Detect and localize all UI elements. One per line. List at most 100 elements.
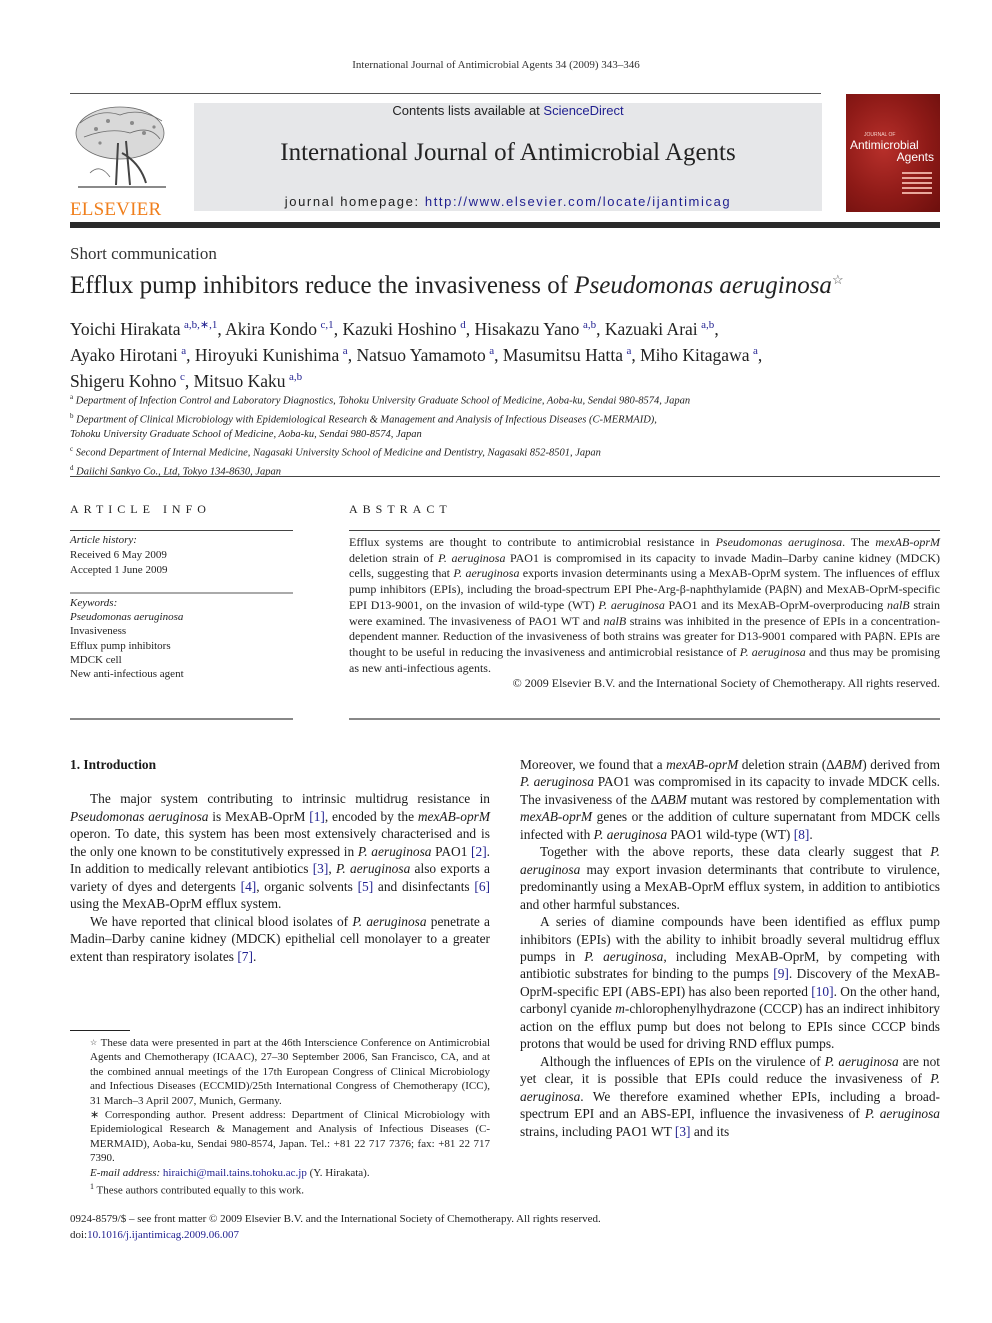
author-affiliation-mark[interactable]: a,b,∗,1 xyxy=(184,319,217,331)
footnote-corresponding: ∗ Corresponding author. Present address:… xyxy=(90,1109,490,1165)
author-name[interactable]: Ayako Hirotani xyxy=(70,345,178,365)
citation-link[interactable]: [9] xyxy=(773,966,789,981)
author-name[interactable]: Yoichi Hirakata xyxy=(70,319,181,339)
text-run: PAO1 xyxy=(431,843,472,859)
body-paragraph: Moreover, we found that a mexAB-oprM del… xyxy=(520,756,940,843)
text-run: may export invasion determinants that co… xyxy=(520,861,940,912)
citation-link[interactable]: [7] xyxy=(237,949,253,964)
citation-link[interactable]: [2] xyxy=(471,844,487,859)
author-separator: , xyxy=(714,318,719,339)
affiliation-label: a xyxy=(70,393,74,401)
author-name[interactable]: Hiroyuki Kunishima xyxy=(195,345,339,365)
affiliation-label: c xyxy=(70,444,74,453)
author-name[interactable]: Shigeru Kohno xyxy=(70,370,176,390)
affiliation: c Second Department of Internal Medicine… xyxy=(70,442,940,461)
citation-link[interactable]: [3] xyxy=(313,861,329,876)
text-run: Together with the above reports, these d… xyxy=(540,844,931,860)
received-date: Received 6 May 2009 xyxy=(70,549,167,561)
author-separator: , xyxy=(596,318,605,339)
author-affiliation-mark[interactable]: a,b xyxy=(583,319,596,331)
text-run: We have reported that clinical blood iso… xyxy=(90,913,353,929)
italic-term: P. aeruginosa xyxy=(739,644,806,659)
italic-term: ABM xyxy=(834,757,863,772)
text-run: ) derived from xyxy=(862,757,940,772)
citation-link[interactable]: [5] xyxy=(358,879,374,894)
text-run: , xyxy=(328,861,336,877)
citation-link[interactable]: [10] xyxy=(811,984,833,999)
sciencedirect-link[interactable]: ScienceDirect xyxy=(543,103,623,118)
keyword: Pseudomonas aeruginosa xyxy=(70,611,184,624)
text-run: PAO1 wild-type (WT) xyxy=(667,826,794,842)
author-name[interactable]: Kazuki Hoshino xyxy=(342,319,456,339)
keyword: Efflux pump inhibitors xyxy=(70,639,171,652)
elsevier-wordmark: ELSEVIER xyxy=(70,199,162,220)
author-name[interactable]: Mitsuo Kaku xyxy=(194,370,286,390)
doi-link[interactable]: 10.1016/j.ijantimicag.2009.06.007 xyxy=(87,1229,239,1241)
affiliation: b Department of Clinical Microbiology wi… xyxy=(70,409,940,428)
body-column-left: 1. Introduction The major system contrib… xyxy=(70,756,490,965)
article-type: Short communication xyxy=(70,244,217,263)
journal-name: International Journal of Antimicrobial A… xyxy=(280,139,736,166)
author-separator: , xyxy=(494,344,503,365)
body-paragraph: Together with the above reports, these d… xyxy=(520,843,940,913)
email-link[interactable]: hiraichi@mail.tains.tohoku.ac.jp xyxy=(163,1167,307,1179)
affiliation: Tohoku University Graduate School of Med… xyxy=(70,428,940,442)
italic-term: P. aeruginosa xyxy=(584,948,664,964)
citation-link[interactable]: [6] xyxy=(474,879,490,894)
abstract-heading: ABSTRACT xyxy=(349,502,452,516)
italic-term: Pseudomonas aeruginosa xyxy=(70,808,209,824)
text-run: , organic solvents xyxy=(256,878,358,894)
article-title: Efflux pump inhibitors reduce the invasi… xyxy=(70,272,844,299)
author-affiliation-mark[interactable]: a,b xyxy=(701,319,714,331)
author-name[interactable]: Akira Kondo xyxy=(225,319,317,339)
affiliation-text: Department of Clinical Microbiology with… xyxy=(76,414,657,426)
text-run: . The xyxy=(842,535,876,549)
author-name[interactable]: Natsuo Yamamoto xyxy=(356,345,485,365)
author-name[interactable]: Kazuaki Arai xyxy=(605,319,698,339)
author-name[interactable]: Miho Kitagawa xyxy=(640,345,749,365)
citation-link[interactable]: [4] xyxy=(241,879,257,894)
italic-term: m xyxy=(615,1001,625,1017)
author-name[interactable]: Masumitsu Hatta xyxy=(503,345,623,365)
abstract-copyright: © 2009 Elsevier B.V. and the Internation… xyxy=(512,676,940,691)
italic-term: mexAB-oprM xyxy=(666,757,739,772)
footnotes: ☆ These data were presented in part at t… xyxy=(70,1036,490,1198)
text-run: Efflux systems are thought to contribute… xyxy=(349,535,716,549)
citation-link[interactable]: [3] xyxy=(675,1124,691,1139)
text-run: mutant was restored by complementation w… xyxy=(686,791,940,807)
italic-term: P. aeruginosa xyxy=(438,550,506,565)
author-separator: , xyxy=(631,344,641,365)
text-run: deletion strain (Δ xyxy=(738,757,835,772)
citation-link[interactable]: [1] xyxy=(309,809,325,824)
affiliation-text: Second Department of Internal Medicine, … xyxy=(75,447,601,459)
cover-title-line2: Agents xyxy=(896,150,934,164)
author-affiliation-mark[interactable]: c,1 xyxy=(321,319,334,331)
section-heading: 1. Introduction xyxy=(70,757,157,772)
text-run: is MexAB-OprM xyxy=(208,808,310,824)
affiliation-list: a Department of Infection Control and La… xyxy=(70,390,940,479)
right-paragraphs: Moreover, we found that a mexAB-oprM del… xyxy=(520,756,940,1140)
accepted-date: Accepted 1 June 2009 xyxy=(70,564,168,576)
info-divider xyxy=(70,592,293,594)
cover-contents-lines xyxy=(902,172,932,197)
bottom-meta: 0924-8579/$ – see front matter © 2009 El… xyxy=(70,1211,601,1243)
text-run: using the MexAB-OprM efflux system. xyxy=(70,896,282,912)
citation-link[interactable]: [8] xyxy=(794,827,810,842)
abstract-body: Efflux systems are thought to contribute… xyxy=(349,535,940,676)
elsevier-logo[interactable]: ELSEVIER xyxy=(70,103,172,220)
footnote-presentation: ☆ These data were presented in part at t… xyxy=(90,1037,491,1107)
affiliation: a Department of Infection Control and La… xyxy=(70,390,940,409)
italic-term: mexAB-oprM xyxy=(417,808,491,824)
author-affiliation-mark[interactable]: a,b xyxy=(289,371,302,383)
italic-term: P. aeruginosa xyxy=(824,1053,899,1069)
homepage-link[interactable]: http://www.elsevier.com/locate/ijantimic… xyxy=(425,194,731,209)
text-run: and its xyxy=(690,1123,730,1139)
body-paragraph: The major system contributing to intrins… xyxy=(70,790,490,912)
text-run: Moreover, we found that a xyxy=(520,757,667,772)
italic-term: P. aeruginosa xyxy=(593,826,668,842)
star-footnote-mark[interactable]: ☆ xyxy=(832,272,844,287)
footnote-equal-contribution: 1 These authors contributed equally to t… xyxy=(90,1182,304,1197)
author-name[interactable]: Hisakazu Yano xyxy=(474,319,579,339)
author-separator: , xyxy=(184,370,194,391)
journal-cover[interactable]: JOURNAL OF Antimicrobial Agents xyxy=(846,94,940,212)
